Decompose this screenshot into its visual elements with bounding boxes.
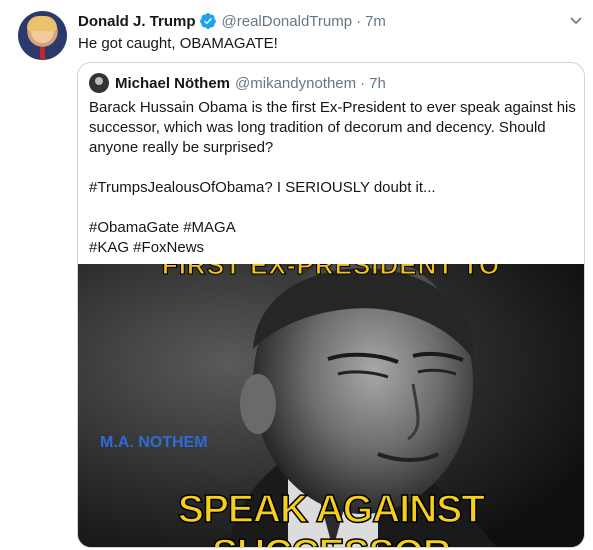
- quoted-tweet-header: Michael Nöthem @mikandynothem · 7h: [89, 73, 386, 93]
- quoted-tweet-timestamp[interactable]: 7h: [369, 75, 386, 92]
- quoted-tweet-card[interactable]: Michael Nöthem @mikandynothem · 7h Barac…: [77, 62, 585, 548]
- avatar-tie: [40, 47, 45, 60]
- quoted-tweet-image[interactable]: FIRST EX-PRESIDENT TO M.A. NOTHEM SPEAK …: [78, 264, 584, 547]
- quoted-hashtags[interactable]: #KAG #FoxNews: [89, 239, 204, 256]
- chevron-down-icon[interactable]: [568, 12, 584, 28]
- image-top-banner: FIRST EX-PRESIDENT TO: [161, 264, 501, 281]
- tweet[interactable]: Donald J. Trump @realDonaldTrump · 7m He…: [0, 0, 593, 550]
- separator-dot: ·: [356, 12, 362, 30]
- quoted-hashtags[interactable]: #ObamaGate #MAGA: [89, 219, 236, 236]
- tweet-text: He got caught, OBAMAGATE!: [78, 35, 278, 52]
- tweet-header: Donald J. Trump @realDonaldTrump · 7m: [78, 10, 386, 32]
- quoted-author-avatar[interactable]: [89, 73, 109, 93]
- quoted-paragraph: Barack Hussain Obama is the first Ex-Pre…: [89, 99, 576, 156]
- quoted-paragraph: #ObamaGate #MAGA #KAG #FoxNews: [89, 218, 577, 258]
- quoted-author-name[interactable]: Michael Nöthem: [115, 75, 230, 92]
- image-watermark: M.A. NOTHEM: [100, 434, 208, 451]
- separator-dot: ·: [360, 74, 366, 92]
- image-bottom-banner: SPEAK AGAINST SUCCESSOR: [177, 487, 486, 547]
- author-handle[interactable]: @realDonaldTrump: [222, 13, 353, 30]
- quoted-author-handle[interactable]: @mikandynothem: [235, 75, 356, 92]
- tweet-timestamp[interactable]: 7m: [365, 13, 386, 30]
- avatar-hair: [27, 16, 57, 31]
- quoted-tweet-text: Barack Hussain Obama is the first Ex-Pre…: [89, 98, 577, 258]
- verified-badge-icon: [199, 13, 216, 29]
- quoted-paragraph: #TrumpsJealousOfObama? I SERIOUSLY doubt…: [89, 179, 436, 196]
- author-avatar[interactable]: [18, 11, 67, 60]
- author-name[interactable]: Donald J. Trump: [78, 13, 196, 30]
